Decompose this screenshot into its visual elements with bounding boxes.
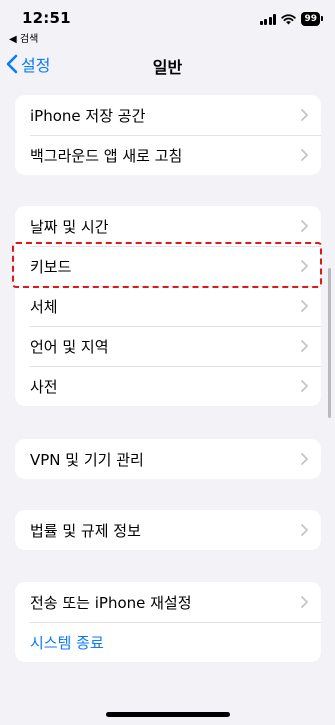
cell-label: 사전 [30, 377, 58, 396]
settings-group-locale: 날짜 및 시간 키보드 서체 언어 및 지역 사전 [15, 206, 321, 406]
status-time: 12:51 [22, 9, 71, 27]
cell-label: 전송 또는 iPhone 재설정 [30, 593, 192, 612]
chevron-right-icon [301, 340, 308, 352]
chevron-right-icon [301, 380, 308, 392]
cell-label: 법률 및 규제 정보 [30, 521, 141, 540]
cell-iphone-storage[interactable]: iPhone 저장 공간 [15, 95, 321, 135]
cell-keyboard[interactable]: 키보드 [15, 246, 321, 286]
cell-date-time[interactable]: 날짜 및 시간 [15, 206, 321, 246]
cell-language-region[interactable]: 언어 및 지역 [15, 326, 321, 366]
chevron-right-icon [301, 260, 308, 272]
chevron-right-icon [301, 596, 308, 608]
settings-group-reset: 전송 또는 iPhone 재설정 시스템 종료 [15, 582, 321, 662]
cell-shut-down[interactable]: 시스템 종료 [15, 622, 321, 662]
cell-transfer-reset[interactable]: 전송 또는 iPhone 재설정 [15, 582, 321, 622]
cell-legal-regulatory[interactable]: 법률 및 규제 정보 [15, 510, 321, 550]
chevron-right-icon [301, 149, 308, 161]
cell-vpn-device-management[interactable]: VPN 및 기기 관리 [15, 439, 321, 479]
battery-icon: 99 [301, 12, 323, 26]
chevron-right-icon [301, 524, 308, 536]
shut-down-link: 시스템 종료 [30, 633, 104, 652]
scroll-indicator[interactable] [328, 268, 331, 418]
page-title: 일반 [152, 58, 183, 77]
cell-dictionary[interactable]: 사전 [15, 366, 321, 406]
back-to-app-link[interactable]: ◀ 검색 [9, 30, 38, 45]
cell-background-app-refresh[interactable]: 백그라운드 앱 새로 고침 [15, 135, 321, 175]
settings-group-legal: 법률 및 규제 정보 [15, 510, 321, 550]
cell-fonts[interactable]: 서체 [15, 286, 321, 326]
cell-label: 언어 및 지역 [30, 337, 109, 356]
chevron-right-icon [301, 220, 308, 232]
chevron-right-icon [301, 300, 308, 312]
cell-label: 날짜 및 시간 [30, 217, 109, 236]
chevron-right-icon [301, 109, 308, 121]
wifi-icon [281, 13, 297, 24]
cell-label: iPhone 저장 공간 [30, 106, 146, 125]
settings-group-storage: iPhone 저장 공간 백그라운드 앱 새로 고침 [15, 95, 321, 175]
cellular-signal-icon [259, 13, 277, 25]
cell-label: VPN 및 기기 관리 [30, 450, 144, 469]
navigation-bar: 설정 일반 [0, 44, 335, 84]
chevron-right-icon [301, 453, 308, 465]
status-icons: 99 [259, 12, 323, 26]
cell-label: 서체 [30, 297, 58, 316]
status-bar: 12:51 ◀ 검색 99 [0, 0, 335, 45]
settings-group-vpn: VPN 및 기기 관리 [15, 439, 321, 479]
cell-label: 백그라운드 앱 새로 고침 [30, 146, 183, 165]
cell-label: 키보드 [30, 257, 72, 276]
home-indicator[interactable] [106, 712, 230, 717]
